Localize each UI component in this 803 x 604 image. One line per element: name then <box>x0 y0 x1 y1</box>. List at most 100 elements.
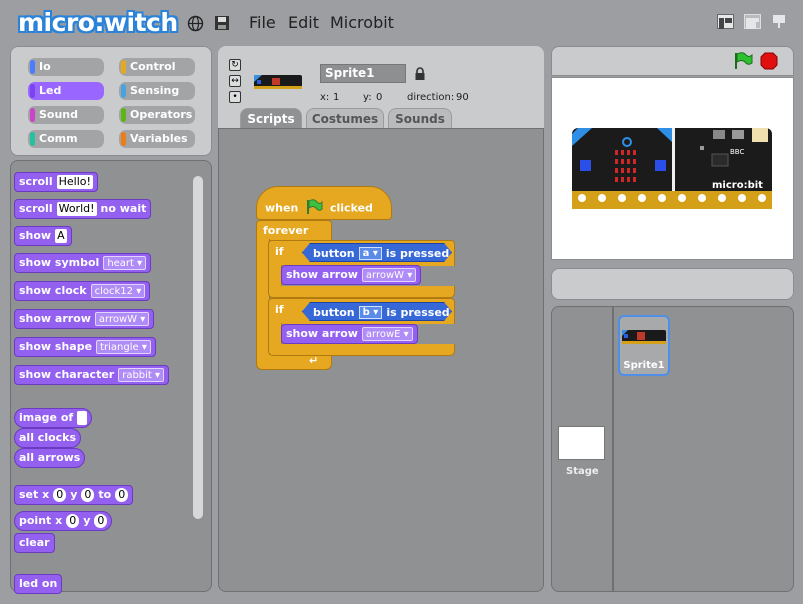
sprite-thumbnail <box>254 72 302 90</box>
stop-icon[interactable] <box>760 52 778 74</box>
block-dropdown[interactable]: triangle ▾ <box>96 340 151 354</box>
microbit-board-sprite[interactable]: BBC micro:bit <box>572 128 772 211</box>
block-label: button <box>313 306 355 319</box>
block-dropdown[interactable]: arrowE ▾ <box>361 327 413 341</box>
block-number-input[interactable]: 0 <box>115 488 129 502</box>
layout-normal-icon[interactable] <box>717 14 734 29</box>
block-button-b-pressed[interactable]: button b ▾ is pressed <box>302 302 452 321</box>
palette-scrollbar[interactable] <box>193 176 203 519</box>
block-dropdown[interactable]: arrowW ▾ <box>94 312 150 326</box>
block-number-input[interactable]: 0 <box>53 488 67 502</box>
tab-sounds[interactable]: Sounds <box>388 108 452 128</box>
save-icon[interactable] <box>213 14 231 32</box>
block-text-input[interactable]: Hello! <box>56 175 93 189</box>
board-brand-label: BBC <box>730 148 744 156</box>
presentation-mode-icon[interactable] <box>772 14 786 29</box>
menu-edit[interactable]: Edit <box>288 13 319 32</box>
category-label: Sensing <box>130 84 180 97</box>
menu-file[interactable]: File <box>249 13 276 32</box>
tab-scripts[interactable]: Scripts <box>240 108 302 128</box>
block-label: forever <box>263 224 309 237</box>
block-text-input[interactable]: A <box>55 229 67 243</box>
block-scroll[interactable]: scroll Hello! <box>14 172 98 192</box>
block-scroll-no-wait[interactable]: scroll World! no wait <box>14 199 152 219</box>
block-set-xy[interactable]: set x 0 y 0 to 0 <box>14 485 134 505</box>
block-label: show arrow <box>286 268 358 281</box>
block-when-flag-clicked[interactable]: when clicked <box>256 186 392 220</box>
block-dropdown[interactable]: clock12 ▾ <box>90 284 146 298</box>
block-label: show arrow <box>286 327 358 340</box>
sprite-x-label: x: <box>320 92 330 103</box>
dropdown-value: arrowE <box>365 329 401 340</box>
block-forever[interactable]: forever <box>256 220 332 240</box>
green-flag-icon[interactable] <box>733 52 753 74</box>
category-led[interactable]: Led <box>28 82 104 100</box>
block-all-arrows[interactable]: all arrows <box>14 448 86 468</box>
category-color-bar <box>30 60 35 74</box>
block-dropdown[interactable]: rabbit ▾ <box>118 368 165 382</box>
block-show-clock[interactable]: show clock clock12 ▾ <box>14 281 151 301</box>
block-point-xy[interactable]: point x0y0 <box>14 511 113 531</box>
category-variables[interactable]: Variables <box>119 130 195 148</box>
block-number-input[interactable]: 0 <box>94 514 108 528</box>
globe-icon[interactable] <box>186 14 204 32</box>
block-label: image of <box>19 411 74 424</box>
flip-style-icon[interactable]: ↔ <box>229 75 241 87</box>
sprite-name-field[interactable]: Sprite1 <box>320 64 406 83</box>
block-label: scroll <box>19 202 53 215</box>
block-dropdown[interactable]: a ▾ <box>359 247 382 260</box>
sprite-thumbnail-selected[interactable]: Sprite1 <box>618 315 670 376</box>
block-number-input[interactable]: 0 <box>81 488 95 502</box>
block-label: is pressed <box>385 247 450 260</box>
category-comm[interactable]: Comm <box>28 130 104 148</box>
dropdown-value: a <box>362 248 370 259</box>
no-rotate-icon[interactable]: • <box>229 91 241 103</box>
sprite-y-value: 0 <box>376 92 383 103</box>
block-label: show character <box>19 368 115 381</box>
category-color-bar <box>30 108 35 122</box>
block-label: to <box>98 488 112 501</box>
stage-thumbnail[interactable] <box>558 426 605 460</box>
block-clear[interactable]: clear <box>14 533 55 553</box>
block-number-input[interactable]: 0 <box>66 514 80 528</box>
sprite-direction-value: 90 <box>456 92 469 103</box>
sprite-list-divider <box>612 306 614 592</box>
block-text-input[interactable]: World! <box>56 202 97 216</box>
block-label: set x <box>19 488 50 501</box>
menu-microbit[interactable]: Microbit <box>330 13 394 32</box>
block-dropdown[interactable]: heart ▾ <box>103 256 147 270</box>
category-color-bar <box>30 84 35 98</box>
block-show[interactable]: show A <box>14 226 72 246</box>
block-dropdown[interactable]: b ▾ <box>359 306 383 319</box>
block-show-shape[interactable]: show shape triangle ▾ <box>14 337 156 357</box>
category-io[interactable]: Io <box>28 58 104 76</box>
category-sensing[interactable]: Sensing <box>119 82 195 100</box>
category-color-bar <box>30 132 35 146</box>
block-show-symbol[interactable]: show symbol heart ▾ <box>14 253 152 273</box>
block-dropdown[interactable]: arrowW ▾ <box>361 268 417 282</box>
category-label: Led <box>39 84 62 97</box>
category-control[interactable]: Control <box>119 58 195 76</box>
block-show-arrow-e[interactable]: show arrow arrowE ▾ <box>281 324 418 344</box>
category-sound[interactable]: Sound <box>28 106 104 124</box>
block-image-of[interactable]: image of <box>14 408 93 428</box>
dropdown-value: rabbit <box>122 370 152 381</box>
if-arm <box>268 265 282 287</box>
tab-costumes[interactable]: Costumes <box>306 108 384 128</box>
stage-header <box>551 46 794 76</box>
block-label: clear <box>19 536 50 549</box>
lock-icon[interactable] <box>414 66 426 85</box>
block-text-input[interactable] <box>77 411 88 425</box>
layout-small-stage-icon[interactable] <box>744 14 761 29</box>
block-show-arrow-w[interactable]: show arrow arrowW ▾ <box>281 265 422 285</box>
block-led-on[interactable]: led on <box>14 574 63 594</box>
category-operators[interactable]: Operators <box>119 106 195 124</box>
sprite-thumbnail-label: Sprite1 <box>623 360 665 371</box>
block-all-clocks[interactable]: all clocks <box>14 428 82 448</box>
block-label: show arrow <box>19 312 91 325</box>
block-show-character[interactable]: show character rabbit ▾ <box>14 365 170 385</box>
rotate-style-icon[interactable]: ↻ <box>229 59 241 71</box>
block-button-a-pressed[interactable]: button a ▾ is pressed <box>302 243 452 262</box>
category-label: Comm <box>39 132 78 145</box>
block-show-arrow[interactable]: show arrow arrowW ▾ <box>14 309 155 329</box>
